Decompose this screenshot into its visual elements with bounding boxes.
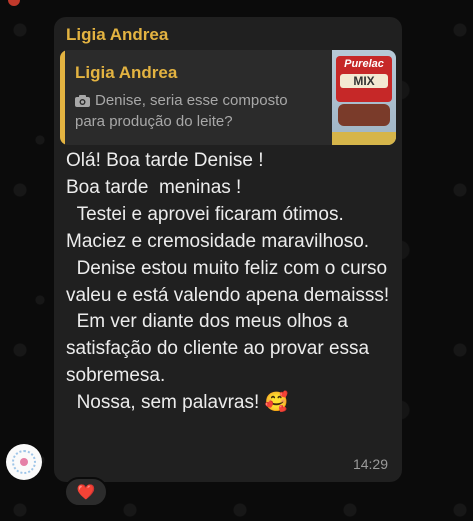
product-label: MIX xyxy=(340,74,388,88)
product-brand: Purelac xyxy=(344,58,384,70)
message-bubble[interactable]: Ligia Andrea Ligia Andrea Denise, seria … xyxy=(54,17,402,482)
camera-icon xyxy=(75,95,90,107)
reaction-badge[interactable]: ❤️ xyxy=(64,477,108,507)
sender-avatar[interactable] xyxy=(6,444,42,480)
product-image xyxy=(338,104,390,126)
quoted-sender-name: Ligia Andrea xyxy=(75,63,178,82)
avatar-logo-dot xyxy=(20,458,28,466)
quoted-image-thumbnail[interactable]: Purelac MIX xyxy=(332,50,396,145)
heart-icon: ❤️ xyxy=(76,484,96,501)
sender-name[interactable]: Ligia Andrea xyxy=(66,25,168,45)
message-text: Olá! Boa tarde Denise ! Boa tarde menina… xyxy=(66,150,390,414)
quote-accent-bar xyxy=(60,50,65,145)
message-time: 14:29 xyxy=(352,456,388,472)
quoted-text: Denise, seria esse composto para produçã… xyxy=(75,92,288,130)
quoted-text-row: Denise, seria esse composto para produçã… xyxy=(75,90,321,132)
store-shelf xyxy=(332,132,396,145)
quoted-message[interactable]: Ligia Andrea Denise, seria esse composto… xyxy=(60,50,396,145)
